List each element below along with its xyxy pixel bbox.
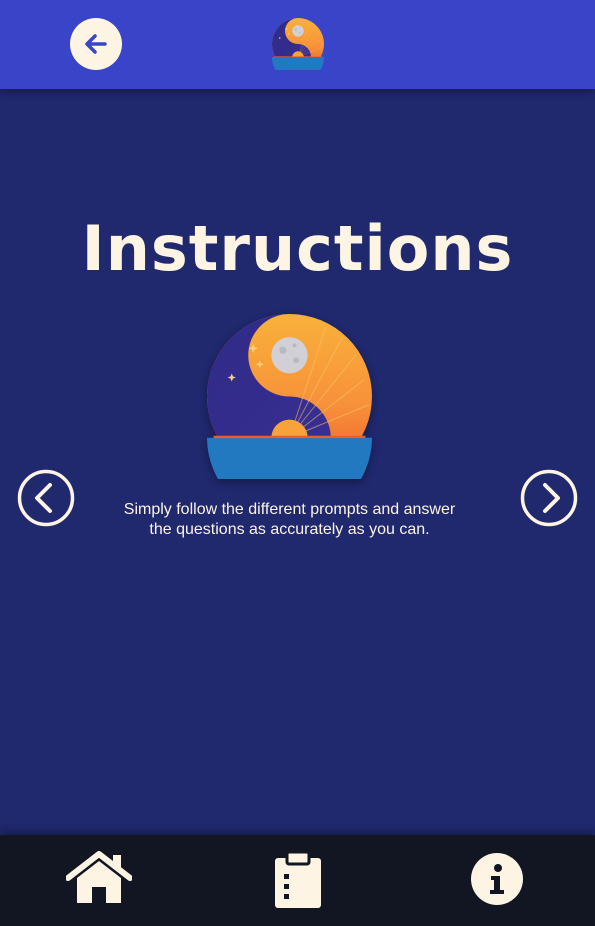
instruction-text: Simply follow the different prompts and … [97,500,482,540]
app-logo-icon [272,18,324,70]
info-icon[interactable] [471,853,523,905]
home-icon[interactable] [66,851,132,905]
instruction-line-1: Simply follow the different prompts and … [123,501,456,518]
app-header [0,0,595,89]
instruction-line-2: the questions as accurately as you can. [149,521,430,538]
previous-slide-button[interactable] [17,469,75,527]
arrow-left-icon [85,34,107,54]
back-button[interactable] [70,18,122,70]
yin-yang-logo-icon [207,314,372,479]
next-slide-button[interactable] [520,469,578,527]
clipboard-list-icon[interactable] [272,850,324,908]
bottom-nav [0,835,595,926]
page-title: Instructions [81,212,514,285]
